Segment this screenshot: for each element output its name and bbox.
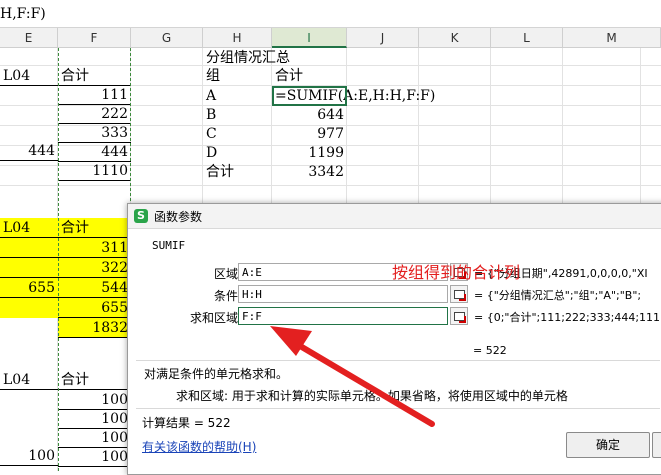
active-cell-i3[interactable] bbox=[272, 86, 347, 106]
criteria-result: = {"分组情况汇总";"组";"A";"B"; bbox=[474, 289, 642, 302]
column-header-g[interactable]: G bbox=[131, 28, 203, 48]
column-header-f[interactable]: F bbox=[58, 28, 131, 48]
formula-bar[interactable]: H,F:F) bbox=[0, 0, 661, 28]
summary-group-a[interactable]: A bbox=[203, 86, 272, 106]
function-description: 对满足条件的单元格求和。 bbox=[144, 367, 289, 381]
summary-title[interactable]: 分组情况汇总 bbox=[203, 48, 343, 68]
formula-bar-text[interactable]: H,F:F) bbox=[0, 6, 46, 22]
column-header-h[interactable]: H bbox=[203, 28, 272, 48]
arg-label-sum-range: 求和区域 bbox=[189, 311, 238, 325]
arg-row-criteria: 条件 H:H = {"分组情况汇总";"组";"A";"B"; bbox=[128, 285, 661, 305]
sum-range-collapse-icon[interactable] bbox=[450, 307, 468, 325]
function-name: SUMIF bbox=[152, 239, 186, 252]
column-header-k[interactable]: K bbox=[419, 28, 491, 48]
column-header-i[interactable]: I bbox=[272, 28, 347, 48]
calculation-result: 计算结果 = 522 bbox=[142, 416, 231, 430]
column-header-m[interactable]: M bbox=[563, 28, 661, 48]
cell-e-7[interactable]: L04 bbox=[0, 218, 58, 238]
criteria-input[interactable]: H:H bbox=[238, 285, 448, 303]
divider bbox=[136, 360, 660, 361]
divider bbox=[136, 408, 660, 409]
arg-label-criteria: 条件 bbox=[213, 289, 238, 303]
arg-label-range: 区域 bbox=[213, 267, 238, 281]
cell-e-10[interactable]: 655 bbox=[0, 278, 58, 298]
summary-group-total[interactable]: 合计 bbox=[203, 162, 272, 182]
dialog-title: 函数参数 bbox=[154, 210, 203, 224]
summary-header-total[interactable]: 合计 bbox=[272, 66, 347, 86]
dialog-titlebar[interactable]: S 函数参数 bbox=[128, 204, 661, 229]
cell-e-8[interactable] bbox=[0, 238, 58, 258]
summary-group-c[interactable]: C bbox=[203, 124, 272, 144]
arg-row-sum-range: 求和区域 F:F = {0;"合计";111;222;333;444;111 bbox=[128, 307, 661, 327]
cancel-button[interactable] bbox=[652, 432, 661, 458]
column-header-l[interactable]: L bbox=[491, 28, 563, 48]
cell-e-9[interactable] bbox=[0, 258, 58, 278]
app-logo-icon: S bbox=[134, 209, 148, 223]
column-header-j[interactable]: J bbox=[347, 28, 419, 48]
formula-result: = 522 bbox=[473, 344, 507, 357]
annotation-text: 按组得到的合计列 bbox=[392, 263, 521, 282]
cell-e-11[interactable] bbox=[0, 298, 58, 318]
summary-header-group[interactable]: 组 bbox=[203, 66, 272, 86]
column-header-e[interactable]: E bbox=[0, 28, 58, 48]
ok-button[interactable]: 确定 bbox=[566, 432, 650, 458]
summary-group-b[interactable]: B bbox=[203, 105, 272, 125]
cell-e-17[interactable]: 100 bbox=[0, 446, 58, 466]
summary-value-d[interactable]: 1199 bbox=[272, 143, 347, 163]
function-arguments-dialog: S 函数参数 SUMIF 区域 A:E = {"分组日期",42891,0,0,… bbox=[127, 203, 661, 475]
copy-marquee-column-f bbox=[58, 48, 131, 471]
summary-value-c[interactable]: 977 bbox=[272, 124, 347, 144]
cell-e-13[interactable]: L04 bbox=[0, 370, 58, 390]
parameter-description: 求和区域: 用于求和计算的实际单元格。如果省略，将使用区域中的单元格 bbox=[176, 389, 568, 403]
summary-value-total[interactable]: 3342 bbox=[272, 162, 347, 182]
cell-e-4[interactable]: 444 bbox=[0, 141, 58, 161]
sum-range-input[interactable]: F:F bbox=[238, 307, 448, 325]
summary-group-d[interactable]: D bbox=[203, 143, 272, 163]
function-help-link[interactable]: 有关该函数的帮助(H) bbox=[142, 438, 256, 455]
summary-value-b[interactable]: 644 bbox=[272, 105, 347, 125]
criteria-collapse-icon[interactable] bbox=[450, 285, 468, 303]
cell-e-1[interactable]: L04 bbox=[0, 66, 58, 86]
sum-range-result: = {0;"合计";111;222;333;444;111 bbox=[474, 311, 661, 324]
